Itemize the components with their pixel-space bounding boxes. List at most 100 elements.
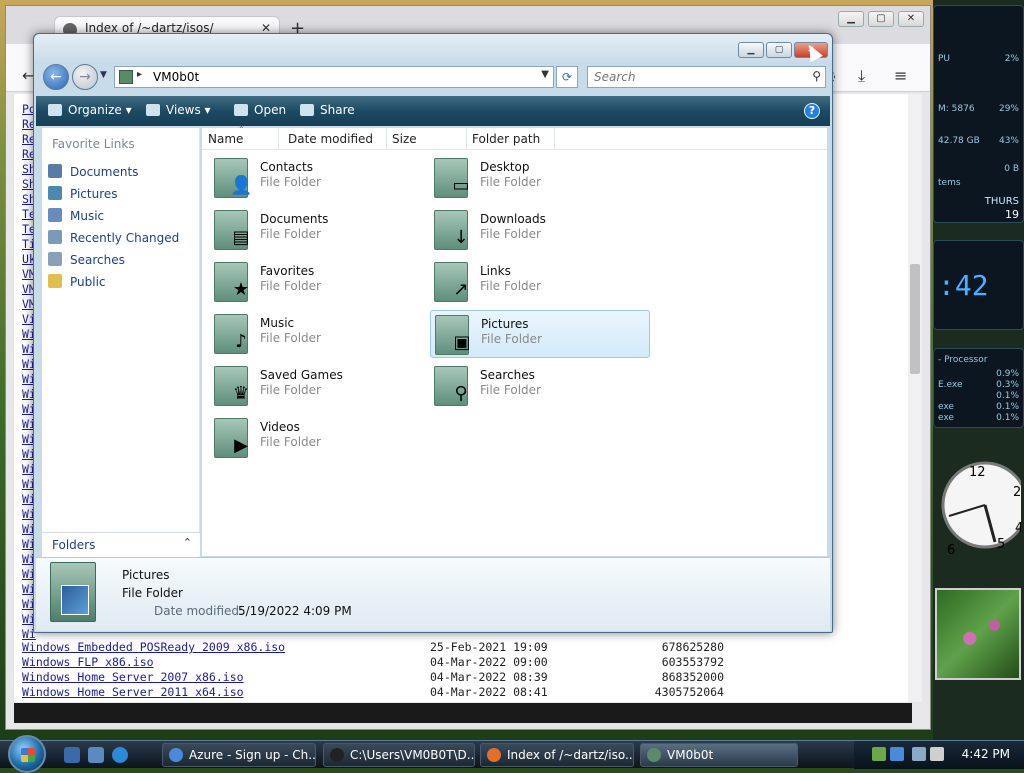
folder-item-music[interactable]: ♪ Music File Folder bbox=[210, 310, 430, 358]
folder-name: Documents bbox=[260, 212, 329, 226]
tray-app-icon[interactable] bbox=[890, 747, 904, 761]
open-icon bbox=[234, 104, 248, 116]
breadcrumb-arrow-icon[interactable]: ▸ bbox=[137, 69, 142, 80]
folder-type: File Folder bbox=[480, 383, 541, 397]
forward-button[interactable]: → bbox=[72, 64, 98, 90]
column-divider[interactable] bbox=[466, 128, 467, 150]
help-icon[interactable]: ? bbox=[804, 103, 820, 119]
public-folder-icon bbox=[48, 274, 62, 288]
folder-item-links[interactable]: ↗ Links File Folder bbox=[430, 258, 650, 306]
date-number: 19 bbox=[1005, 208, 1019, 221]
taskbar-task-button[interactable]: Index of /~dartz/iso... bbox=[480, 743, 634, 767]
address-dropdown-icon[interactable]: ▼ bbox=[541, 69, 549, 80]
items-label: tems bbox=[938, 178, 961, 188]
nav-link-searches[interactable]: Searches bbox=[48, 252, 125, 267]
recycle-size: 0 B bbox=[1004, 164, 1019, 174]
show-desktop-icon[interactable] bbox=[64, 747, 80, 763]
nav-link-recently-changed[interactable]: Recently Changed bbox=[48, 230, 179, 245]
browser-close-button[interactable]: ✕ bbox=[898, 11, 924, 27]
browser-vertical-scrollbar[interactable] bbox=[908, 94, 922, 702]
column-header-folder-path[interactable]: Folder path bbox=[472, 132, 540, 146]
folder-item-videos[interactable]: ▶ Videos File Folder bbox=[210, 414, 430, 462]
folder-item-documents[interactable]: ▤ Documents File Folder bbox=[210, 206, 430, 254]
folder-name: Saved Games bbox=[260, 368, 343, 382]
folder-icon bbox=[119, 70, 133, 84]
search-icon[interactable]: ⚲ bbox=[812, 69, 821, 83]
folder-type: File Folder bbox=[480, 175, 541, 189]
taskbar-task-button[interactable]: C:\Users\VM0B0T\D... bbox=[323, 743, 475, 767]
folder-item-pictures[interactable]: ▣ Pictures File Folder bbox=[430, 310, 650, 358]
explorer-icon bbox=[647, 748, 661, 762]
column-divider[interactable] bbox=[554, 128, 555, 150]
browser-minimize-button[interactable]: ▁ bbox=[838, 11, 864, 27]
download-icon[interactable]: ⤓ bbox=[858, 66, 865, 86]
nav-link-documents[interactable]: Documents bbox=[48, 164, 138, 179]
refresh-button[interactable]: ⟳ bbox=[556, 66, 578, 88]
switch-windows-icon[interactable] bbox=[88, 747, 104, 763]
details-type: File Folder bbox=[122, 586, 183, 600]
volume-muted-icon[interactable] bbox=[930, 747, 944, 761]
taskbar: Azure - Sign up - Ch... C:\Users\VM0B0T\D… bbox=[0, 735, 1024, 773]
folders-toggle[interactable]: Folders ⌃ bbox=[42, 532, 200, 556]
menu-icon[interactable]: ≡ bbox=[894, 66, 907, 85]
file-link[interactable]: Windows FLP x86.iso bbox=[22, 655, 154, 669]
folder-type: File Folder bbox=[260, 175, 321, 189]
scrollbar-thumb[interactable] bbox=[910, 264, 920, 374]
folder-item-desktop[interactable]: ▭ Desktop File Folder bbox=[430, 154, 650, 202]
favorites-folder-icon: ★ bbox=[212, 260, 252, 304]
network-icon[interactable] bbox=[872, 747, 886, 761]
folder-item-favorites[interactable]: ★ Favorites File Folder bbox=[210, 258, 430, 306]
minimize-button[interactable]: ▁ bbox=[738, 42, 764, 58]
desktop-folder-icon: ▭ bbox=[432, 156, 472, 200]
file-size: 678625280 bbox=[661, 640, 724, 654]
nav-link-pictures[interactable]: Pictures bbox=[48, 186, 118, 201]
browser-maximize-button[interactable]: ▢ bbox=[868, 11, 894, 27]
recent-icon bbox=[48, 230, 62, 244]
display-icon[interactable] bbox=[912, 747, 926, 761]
column-header-name[interactable]: Name bbox=[208, 132, 243, 146]
nav-link-label: Public bbox=[70, 275, 106, 289]
folder-item-contacts[interactable]: 👤 Contacts File Folder bbox=[210, 154, 430, 202]
folder-item-searches[interactable]: ⚲ Searches File Folder bbox=[430, 362, 650, 410]
taskbar-clock[interactable]: 4:42 PM bbox=[962, 747, 1010, 761]
share-button[interactable]: Share bbox=[300, 103, 355, 117]
start-button[interactable] bbox=[8, 735, 46, 773]
back-button[interactable]: ← bbox=[43, 64, 69, 90]
file-link[interactable]: Windows Home Server 2007 x86.iso bbox=[22, 670, 244, 684]
ram-value: 29% bbox=[998, 104, 1019, 114]
taskbar-task-button[interactable]: Azure - Sign up - Ch... bbox=[162, 743, 316, 767]
column-divider[interactable] bbox=[278, 128, 279, 150]
recent-pages-dropdown-icon[interactable]: ▼ bbox=[100, 70, 107, 80]
column-header-date-modified[interactable]: Date modified bbox=[288, 132, 373, 146]
address-bar[interactable]: ▸ VM0b0t ▼ bbox=[114, 66, 554, 88]
internet-explorer-icon[interactable] bbox=[112, 747, 128, 763]
nav-link-music[interactable]: Music bbox=[48, 208, 104, 223]
folder-type: File Folder bbox=[260, 383, 321, 397]
file-link[interactable]: Windows Home Server 2011 x64.iso bbox=[22, 685, 244, 699]
column-header-size[interactable]: Size bbox=[392, 132, 417, 146]
search-input[interactable]: Search ⚲ bbox=[587, 66, 826, 88]
folder-item-saved-games[interactable]: ♛ Saved Games File Folder bbox=[210, 362, 430, 410]
clock-number-4: 4 bbox=[1015, 521, 1021, 536]
open-label: Open bbox=[254, 103, 287, 117]
column-divider[interactable] bbox=[386, 128, 387, 150]
organize-button[interactable]: Organize ▾ bbox=[48, 103, 132, 117]
folder-name: Pictures bbox=[481, 317, 529, 331]
open-button[interactable]: Open bbox=[234, 103, 286, 117]
nav-link-public[interactable]: Public bbox=[48, 274, 106, 289]
folder-type: File Folder bbox=[260, 279, 321, 293]
taskbar-task-button[interactable]: VM0b0t bbox=[640, 743, 798, 767]
explorer-titlebar[interactable]: ▁ ▢ ✕ bbox=[34, 34, 832, 64]
folder-type: File Folder bbox=[260, 435, 321, 449]
file-link[interactable]: Windows Embedded POSReady 2009 x86.iso bbox=[22, 640, 285, 654]
folder-type: File Folder bbox=[260, 331, 321, 345]
sidebar-gadgets: PU 2% M: 5876 29% 42.78 GB 43% 0 B tems … bbox=[933, 0, 1024, 740]
maximize-button[interactable]: ▢ bbox=[766, 42, 792, 58]
folder-item-downloads[interactable]: ↓ Downloads File Folder bbox=[430, 206, 650, 254]
clock-number-5: 5 bbox=[997, 537, 1005, 552]
folder-type: File Folder bbox=[480, 227, 541, 241]
file-date: 04-Mar-2022 08:39 bbox=[430, 670, 548, 684]
taskbar-task-label: VM0b0t bbox=[667, 748, 714, 762]
browser-bottom-bar bbox=[14, 703, 912, 723]
views-button[interactable]: Views ▾ bbox=[146, 103, 211, 117]
